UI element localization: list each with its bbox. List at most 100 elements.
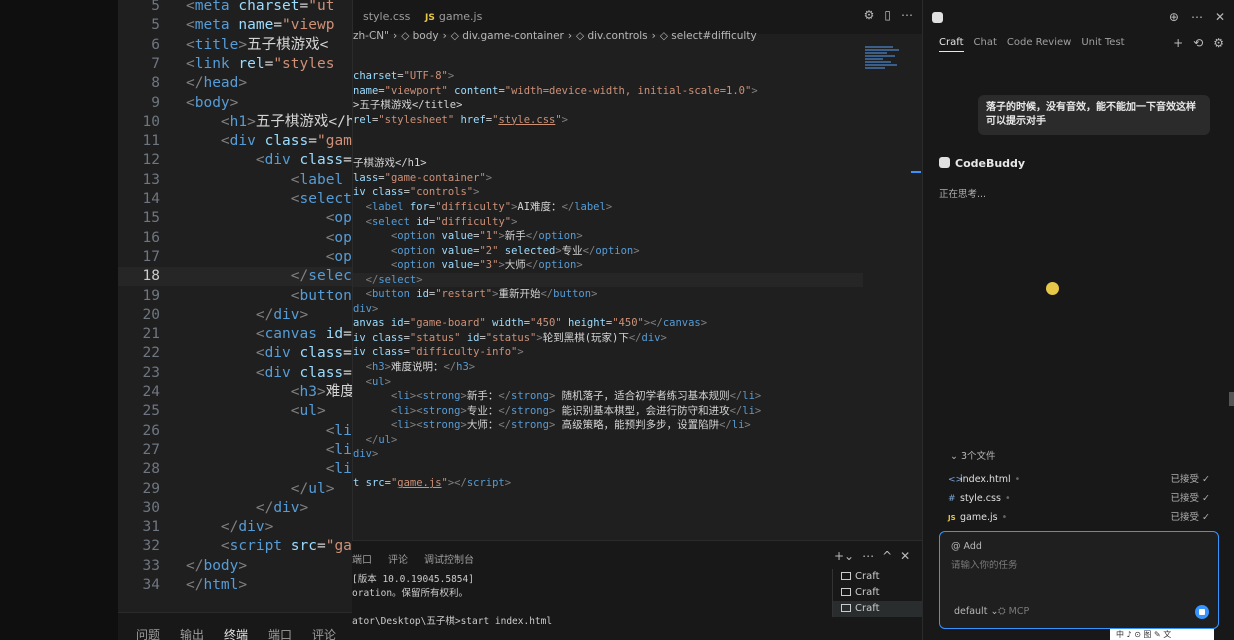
code-line[interactable]: 16 <opti [118, 229, 354, 248]
code-line[interactable]: 18 </select> [118, 267, 354, 287]
code-line[interactable]: 29 </ul> [118, 480, 354, 499]
code-line[interactable]: 14 <select i [118, 190, 354, 209]
code-line[interactable]: <ul> [353, 375, 863, 390]
changed-file-row[interactable]: <>index.html • 已接受 ✓ [948, 471, 1210, 489]
code-line[interactable]: 5 <meta name="viewp [118, 16, 354, 35]
breadcrumb-item[interactable]: ◇ select#difficulty [660, 30, 757, 42]
settings-icon[interactable]: ⚙ [1213, 36, 1224, 50]
editor-pane-left[interactable]: 5 <meta charset="ut 5 <meta name="viewp 6 <ti… [118, 0, 354, 612]
terminal-session[interactable]: Craft [833, 585, 922, 601]
breadcrumb[interactable]: zh-CN" › ◇ body › ◇ div.game-container › ◇ div… [353, 30, 761, 48]
breadcrumb-item[interactable]: › [568, 30, 572, 42]
breadcrumb-item[interactable]: zh-CN" [353, 30, 389, 42]
code-line[interactable]: 11 <div class="game- [118, 132, 354, 151]
history-icon[interactable]: ⟲ [1193, 36, 1203, 50]
code-line[interactable]: 8 </head> [118, 74, 354, 93]
code-line[interactable]: <li><strong>专业：</strong> 能识别基本棋型，会进行防守和进… [353, 404, 863, 419]
code-line[interactable]: 32 <script src="game [118, 537, 354, 556]
terminal-tab[interactable]: 端口 [352, 555, 372, 566]
new-chat-icon[interactable]: + [1173, 36, 1183, 50]
code-line[interactable]: 5 <meta charset="ut [118, 0, 354, 16]
code-line[interactable]: 12 <div class="c [118, 151, 354, 170]
breadcrumb-item[interactable]: › [652, 30, 656, 42]
code-line[interactable]: 30 </div> [118, 499, 354, 518]
close-icon[interactable]: ✕ [1215, 10, 1225, 24]
code-line[interactable]: rel="stylesheet" href="style.css"> [353, 113, 863, 128]
chat-tab[interactable]: Unit Test [1081, 37, 1124, 51]
panel-tab[interactable]: 评论 [312, 626, 336, 640]
changed-file-row[interactable]: # style.css • 已接受 ✓ [948, 490, 1210, 508]
code-line[interactable]: <label for="difficulty">AI难度：</label> [353, 200, 863, 215]
code-line[interactable]: <li><strong>大师：</strong> 高级策略，能预判多步，设置陷阱… [353, 418, 863, 433]
move-icon[interactable]: ⊕ [1169, 10, 1179, 24]
tab-style-css[interactable]: style.css [353, 0, 420, 34]
code-line[interactable]: 6 <title>五子棋游戏< [118, 36, 354, 55]
breadcrumb-item[interactable]: ◇ div.game-container [451, 30, 564, 42]
code-line[interactable]: 子棋游戏</h1> [353, 156, 863, 171]
add-context-button[interactable]: @ Add [951, 541, 982, 552]
editor-pane-right[interactable]: style.css JS game.js ⚙ ▯ ⋯ zh-CN" › ◇ body › ◇ … [352, 0, 923, 540]
code-line[interactable]: 27 <li>< [118, 441, 354, 460]
code-line[interactable]: <h3>难度说明：</h3> [353, 360, 863, 375]
code-line[interactable]: t src="game.js"></script> [353, 476, 863, 491]
breadcrumb-item[interactable]: › [393, 30, 397, 42]
code-line[interactable]: 20 </div> [118, 306, 354, 325]
code-line[interactable]: 22 <div class="s [118, 344, 354, 363]
code-line[interactable] [353, 127, 863, 142]
panel-tab[interactable]: 问题 [136, 626, 160, 640]
code-line[interactable]: <option value="2" selected>专业</option> [353, 244, 863, 259]
scrollbar[interactable] [1229, 392, 1234, 406]
terminal-panel[interactable]: 端口 评论 调试控制台 +⌄ ⋯ ^ ✕ [版本 10.0.19045.5854] orat… [352, 540, 922, 640]
code-line[interactable]: 13 <label fo [118, 171, 354, 190]
breadcrumb-item[interactable]: ◇ body [401, 30, 438, 42]
terminal-tab[interactable]: 评论 [388, 555, 408, 566]
code-line[interactable]: 31 </div> [118, 518, 354, 537]
code-line[interactable]: <option value="3">大师</option> [353, 258, 863, 273]
more-icon[interactable]: ⋯ [1191, 10, 1203, 24]
code-line[interactable]: 33 </body> [118, 557, 354, 576]
code-line[interactable] [353, 462, 863, 477]
code-line[interactable]: 26 <li>< [118, 422, 354, 441]
code-line[interactable]: 10 <h1>五子棋游戏</h1 [118, 113, 354, 132]
mcp-button[interactable]: ⛭ MCP [998, 606, 1029, 617]
code-line[interactable]: <li><strong>新手：</strong> 随机落子，适合初学者练习基本规… [353, 389, 863, 404]
minimap[interactable] [865, 46, 905, 86]
model-select[interactable]: default ⌄ [954, 606, 998, 617]
maximize-icon[interactable]: ^ [882, 549, 892, 563]
terminal-tab[interactable]: 调试控制台 [424, 555, 474, 566]
code-line[interactable]: <button id="restart">重新开始</button> [353, 287, 863, 302]
code-line[interactable]: 15 <opti [118, 209, 354, 228]
breadcrumb-item[interactable]: › [443, 30, 447, 42]
panel-tab[interactable]: 端口 [268, 626, 292, 640]
panel-tab[interactable]: 终端 [224, 626, 248, 640]
code-line[interactable]: anvas id="game-board" width="450" height… [353, 316, 863, 331]
code-line[interactable]: 28 <li>< [118, 460, 354, 479]
terminal-output[interactable]: [版本 10.0.19045.5854] oration。保留所有权利。 ator\… [352, 573, 552, 640]
chat-tab[interactable]: Code Review [1007, 37, 1071, 51]
code-line[interactable]: 23 <div class="d [118, 364, 354, 383]
code-line[interactable] [353, 142, 863, 157]
code-line[interactable]: iv class="status" id="status">轮到黑棋(玩家)下<… [353, 331, 863, 346]
code-line[interactable]: 19 <button i [118, 287, 354, 306]
code-line[interactable]: 24 <h3>难度说 [118, 383, 354, 402]
chat-tab[interactable]: Craft [939, 37, 964, 52]
code-line[interactable]: charset="UTF-8"> [353, 69, 863, 84]
close-icon[interactable]: ✕ [900, 549, 910, 563]
code-line[interactable]: name="viewport" content="width=device-wi… [353, 84, 863, 99]
stop-button[interactable] [1195, 605, 1209, 619]
code-line[interactable]: 21 <canvas id="g [118, 325, 354, 344]
code-line[interactable]: iv class="difficulty-info"> [353, 345, 863, 360]
code-line[interactable]: iv class="controls"> [353, 185, 863, 200]
new-terminal-icon[interactable]: +⌄ [834, 549, 854, 563]
code-line[interactable]: div> [353, 302, 863, 317]
code-line[interactable]: lass="game-container"> [353, 171, 863, 186]
code-line[interactable]: 34 </html> [118, 576, 354, 595]
code-line[interactable]: </select> [353, 272, 863, 288]
ai-icon[interactable]: ⚙ [864, 8, 875, 22]
terminal-session[interactable]: Craft [833, 601, 922, 617]
code-line[interactable]: >五子棋游戏</title> [353, 98, 863, 113]
code-line[interactable]: <select id="difficulty"> [353, 215, 863, 230]
code-line[interactable]: </ul> [353, 433, 863, 448]
code-line[interactable]: 7 <link rel="styles [118, 55, 354, 74]
code-line[interactable]: div> [353, 447, 863, 462]
